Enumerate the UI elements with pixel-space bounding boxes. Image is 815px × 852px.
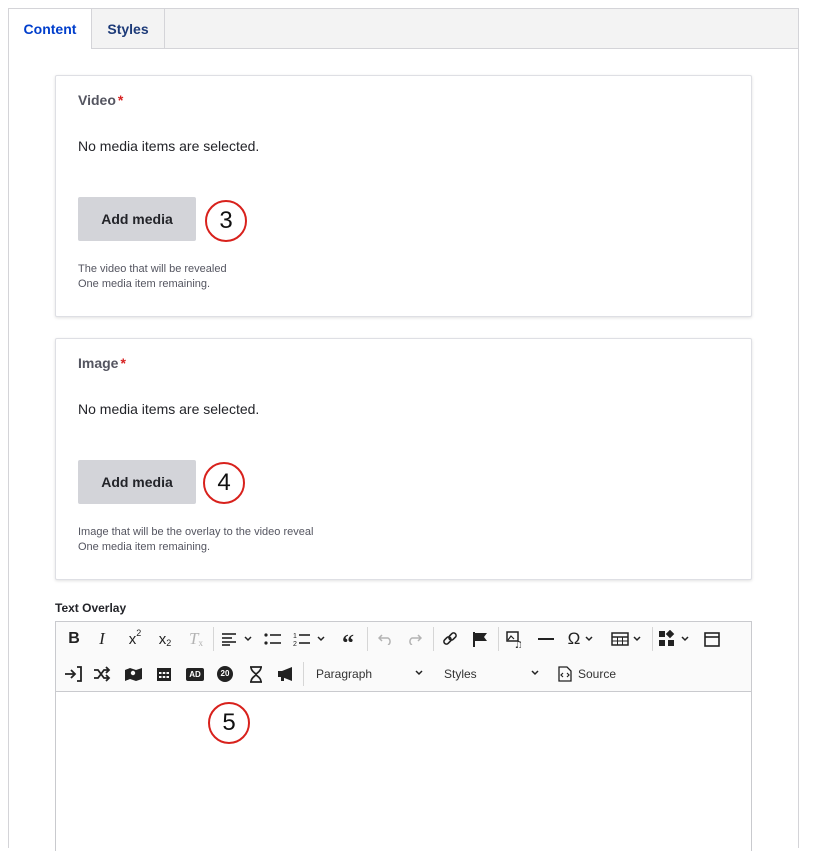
toolbar-separator [498, 627, 499, 651]
bold-icon[interactable]: B [62, 625, 86, 653]
text-overlay-label: Text Overlay [55, 601, 127, 615]
advertisement-icon[interactable]: AD [182, 660, 208, 688]
annotation-marker-5: 5 [208, 702, 250, 744]
toolbar-separator [303, 662, 304, 686]
superscript-icon[interactable]: x2 [122, 625, 148, 653]
special-characters-dropdown-icon[interactable]: Ω [562, 625, 602, 653]
image-description: Image that will be the overlay to the vi… [78, 526, 314, 538]
italic-icon[interactable]: I [90, 625, 114, 653]
tab-bar: Content Styles [9, 9, 798, 49]
tab-styles[interactable]: Styles [92, 9, 165, 48]
svg-text:2: 2 [293, 641, 297, 647]
styles-dropdown[interactable]: Styles [444, 660, 542, 688]
video-remaining-text: One media item remaining. [78, 278, 211, 290]
horizontal-line-icon[interactable] [534, 625, 558, 653]
svg-text:1: 1 [293, 633, 297, 640]
required-mark: * [117, 92, 124, 108]
hourglass-icon[interactable] [245, 660, 267, 688]
video-empty-text: No media items are selected. [78, 138, 260, 154]
toolbar-separator [433, 627, 434, 651]
video-add-media-button[interactable]: Add media [78, 197, 196, 241]
paragraph-format-dropdown[interactable]: Paragraph [316, 660, 426, 688]
source-icon [558, 666, 572, 682]
image-add-media-button[interactable]: Add media [78, 460, 196, 504]
toolbar-separator [367, 627, 368, 651]
stopwatch-icon[interactable]: 20 [214, 660, 236, 688]
image-remaining-text: One media item remaining. [78, 541, 211, 553]
svg-text:♫: ♫ [514, 640, 523, 648]
flag-icon[interactable] [468, 625, 492, 653]
editor-toolbar: B I x2 x2 Tx 12 “ ♫ Ω AD 20 Paragraph St… [56, 622, 751, 692]
sign-in-icon[interactable] [62, 660, 84, 688]
annotation-marker-3: 3 [205, 200, 247, 242]
shuffle-icon[interactable] [91, 660, 113, 688]
image-label: Image * [78, 355, 126, 371]
insert-media-icon[interactable]: ♫ [503, 625, 527, 653]
subscript-icon[interactable]: x2 [152, 625, 178, 653]
map-icon[interactable] [122, 660, 144, 688]
toolbar-separator [213, 627, 214, 651]
embed-block-icon[interactable] [700, 625, 724, 653]
annotation-marker-4: 4 [203, 462, 245, 504]
bulleted-list-icon[interactable] [262, 625, 284, 653]
calendar-icon[interactable] [153, 660, 175, 688]
link-icon[interactable] [438, 625, 462, 653]
image-field-card: Image * No media items are selected. Add … [55, 338, 752, 580]
widgets-dropdown-icon[interactable] [656, 625, 694, 653]
blockquote-icon[interactable]: “ [336, 625, 360, 657]
text-overlay-editor: B I x2 x2 Tx 12 “ ♫ Ω AD 20 Paragraph St… [55, 621, 752, 852]
megaphone-icon[interactable] [275, 660, 297, 688]
required-mark: * [120, 355, 126, 371]
numbered-list-dropdown-icon[interactable]: 12 [292, 625, 330, 653]
video-field-card: Video * No media items are selected. Add … [55, 75, 752, 317]
video-description: The video that will be revealed [78, 263, 227, 275]
alignment-dropdown-icon[interactable] [220, 625, 256, 653]
remove-format-icon[interactable]: Tx [184, 625, 208, 653]
image-empty-text: No media items are selected. [78, 401, 260, 417]
undo-icon[interactable] [374, 625, 398, 653]
table-dropdown-icon[interactable] [608, 625, 646, 653]
tab-content[interactable]: Content [9, 9, 92, 49]
video-label: Video * [78, 92, 124, 108]
editor-content-area[interactable] [56, 692, 751, 852]
source-button[interactable]: Source [556, 660, 626, 688]
toolbar-separator [652, 627, 653, 651]
redo-icon[interactable] [402, 625, 426, 653]
